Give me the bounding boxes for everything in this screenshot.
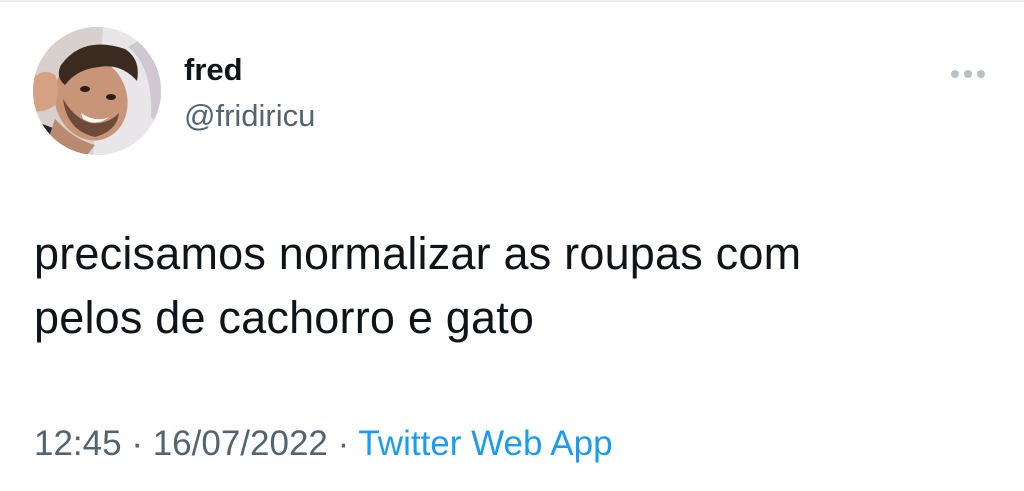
tweet-date[interactable]: 16/07/2022	[153, 424, 328, 463]
author-display-name[interactable]: fred	[184, 50, 243, 90]
meta-separator: ·	[121, 424, 153, 463]
meta-separator: ·	[327, 424, 359, 463]
more-options-icon-dot	[964, 70, 972, 78]
tweet-time[interactable]: 12:45	[34, 424, 122, 463]
tweet-text: precisamos normalizar as roupas com pelo…	[34, 222, 994, 350]
author-handle[interactable]: @fridiricu	[184, 96, 315, 136]
tweet-metadata: 12:45 · 16/07/2022 · Twitter Web App	[34, 421, 613, 467]
tweet-source-link[interactable]: Twitter Web App	[358, 424, 612, 463]
more-options-button[interactable]	[942, 60, 994, 88]
more-options-icon-dot	[977, 70, 985, 78]
tweet-card: fred @fridiricu precisamos normalizar as…	[0, 0, 1024, 491]
more-options-icon	[951, 70, 959, 78]
avatar[interactable]	[33, 27, 161, 155]
tweet-text-line: pelos de cachorro e gato	[34, 292, 535, 343]
avatar-photo	[33, 27, 161, 155]
tweet-text-line: precisamos normalizar as roupas com	[34, 228, 802, 279]
